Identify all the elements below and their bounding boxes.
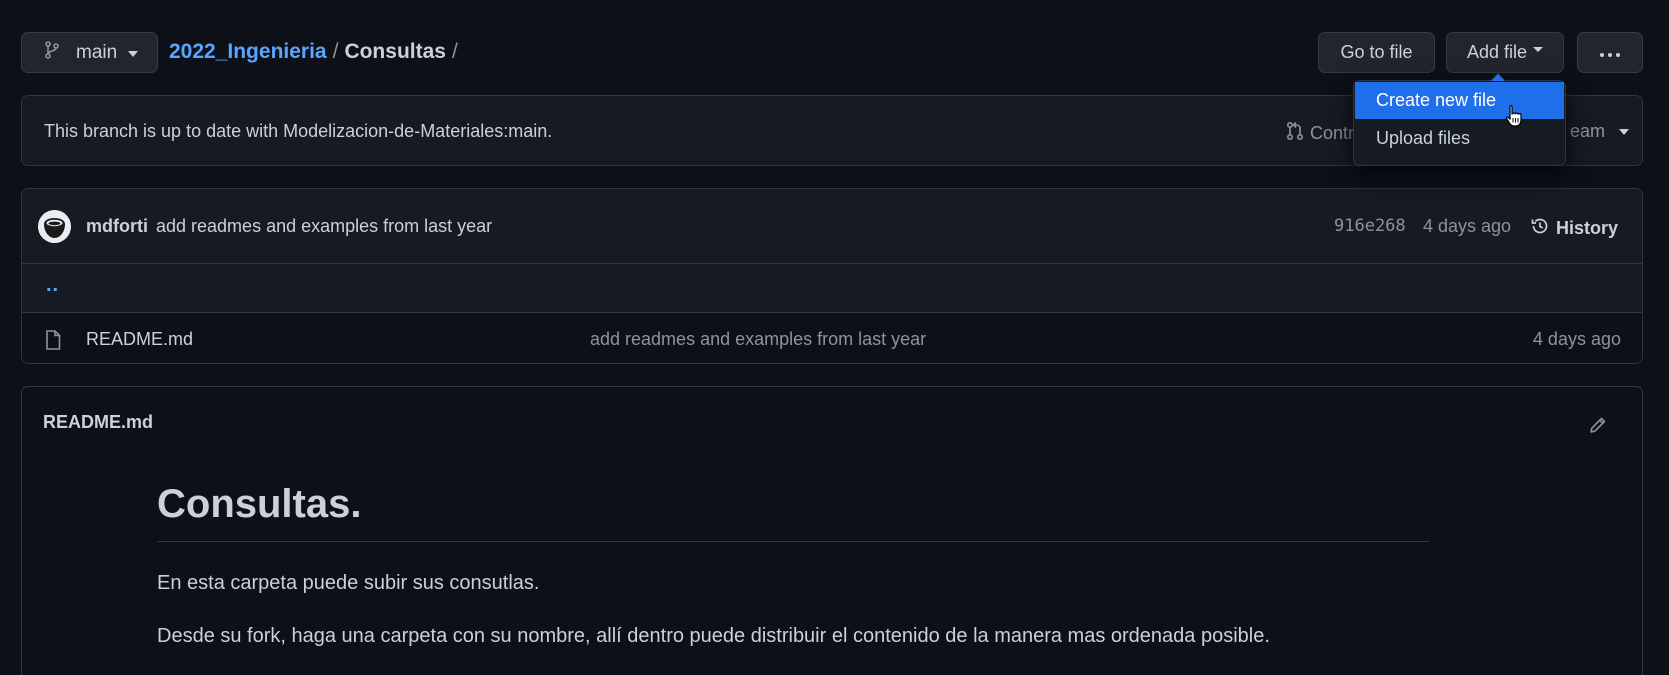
add-file-menu: Create new file Upload files [1353, 73, 1566, 166]
pointer-cursor-icon [1504, 104, 1524, 133]
file-browser: mdforti add readmes and examples from la… [21, 188, 1643, 364]
upload-files-menu-item[interactable]: Upload files [1355, 120, 1564, 157]
create-new-file-menu-item[interactable]: Create new file [1355, 82, 1564, 119]
latest-commit-bar: mdforti add readmes and examples from la… [22, 189, 1642, 264]
branch-select-button[interactable]: main [21, 32, 158, 73]
add-file-label: Add file [1466, 42, 1528, 62]
pencil-icon[interactable] [1588, 415, 1608, 440]
readme-paragraph: Desde su fork, haga una carpeta con su n… [157, 625, 1270, 647]
contribute-button[interactable]: Contri [1286, 121, 1358, 146]
git-branch-icon [44, 41, 60, 64]
contribute-label: Contri [1310, 123, 1359, 143]
caret-down-icon [1533, 47, 1544, 52]
readme-filename[interactable]: README.md [43, 412, 153, 433]
commit-author[interactable]: mdforti [86, 216, 148, 237]
go-to-file-button[interactable]: Go to file [1318, 32, 1435, 73]
more-options-button[interactable] [1577, 32, 1643, 73]
git-pull-request-icon [1286, 121, 1304, 146]
file-commit-time: 4 days ago [1532, 329, 1621, 349]
history-label: History [1556, 218, 1619, 238]
file-icon [45, 330, 61, 355]
breadcrumb-current: Consultas [344, 40, 446, 63]
add-file-button[interactable]: Add file [1446, 32, 1564, 73]
history-icon [1530, 216, 1550, 241]
commit-message[interactable]: add readmes and examples from last year [156, 216, 492, 237]
fetch-upstream-label: eam [1570, 121, 1606, 141]
file-commit-message[interactable]: add readmes and examples from last year [590, 329, 926, 350]
branch-status-message: This branch is up to date with Modelizac… [44, 121, 553, 141]
history-link[interactable]: History [1530, 216, 1618, 241]
breadcrumb-separator: / [332, 40, 339, 63]
branch-name: main [76, 41, 118, 63]
chevron-down-icon [128, 50, 139, 57]
fetch-upstream-button[interactable]: eam [1570, 121, 1630, 142]
readme-heading: Consultas. [157, 482, 1429, 542]
parent-directory-link[interactable]: .. [46, 274, 59, 297]
readme-paragraph: En esta carpeta puede subir sus consutla… [157, 572, 540, 594]
breadcrumb: 2022_Ingenieria / Consultas / [169, 40, 464, 64]
avatar[interactable] [38, 210, 71, 243]
chevron-down-icon [1619, 128, 1630, 135]
go-to-file-label: Go to file [1340, 42, 1413, 62]
commit-sha[interactable]: 916e268 [1334, 216, 1406, 236]
file-name-link[interactable]: README.md [86, 329, 193, 350]
commit-time: 4 days ago [1423, 216, 1512, 236]
breadcrumb-repo-link[interactable]: 2022_Ingenieria [169, 40, 327, 64]
parent-directory-row[interactable]: .. [22, 264, 1642, 313]
breadcrumb-separator: / [451, 40, 458, 63]
table-row[interactable]: README.md add readmes and examples from … [22, 313, 1642, 363]
kebab-horizontal-icon [1599, 42, 1621, 63]
readme-panel: README.md Consultas. En esta carpeta pue… [21, 386, 1643, 675]
